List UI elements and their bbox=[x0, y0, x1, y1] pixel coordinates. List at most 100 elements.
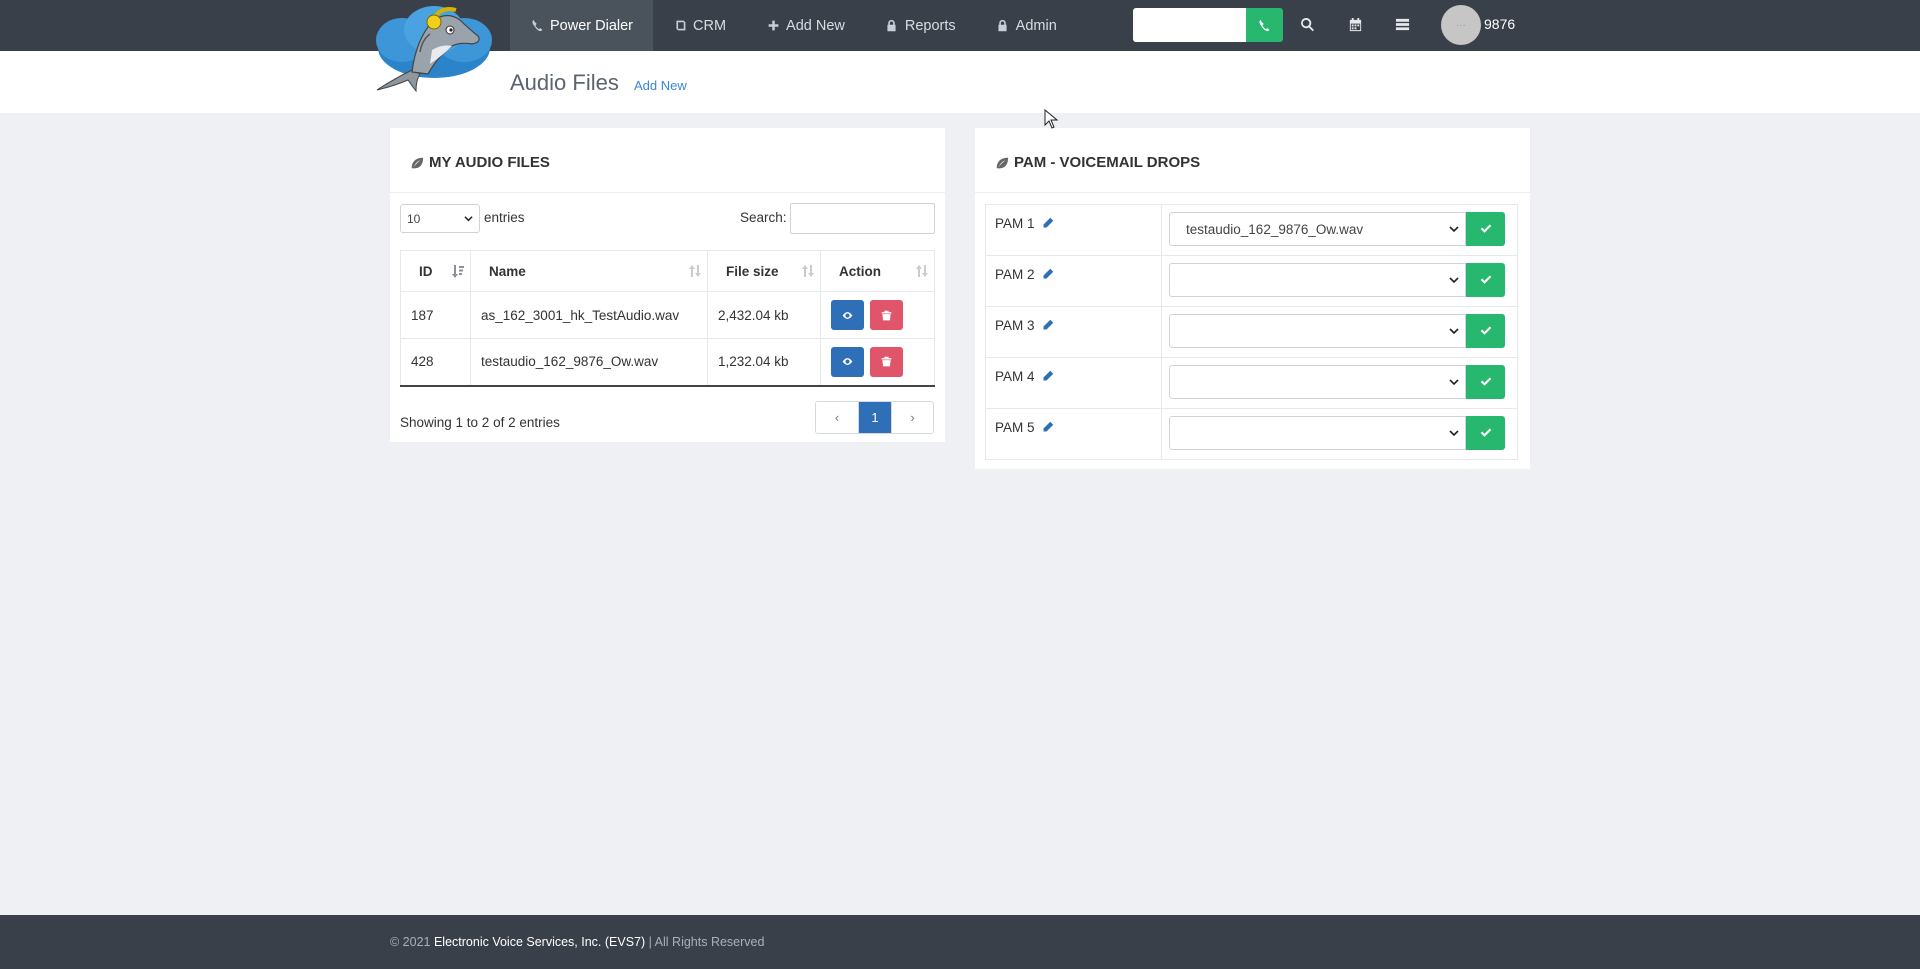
trash-icon bbox=[881, 356, 892, 367]
leaf-icon bbox=[411, 157, 424, 168]
view-button[interactable] bbox=[831, 300, 864, 330]
calendar-icon[interactable] bbox=[1344, 13, 1366, 35]
pam-audio-select[interactable] bbox=[1169, 365, 1466, 399]
dial-number-input[interactable] bbox=[1133, 8, 1246, 42]
chevron-down-icon bbox=[1449, 379, 1459, 386]
sort-asc-icon bbox=[452, 264, 464, 278]
pam-label: PAM 3 bbox=[995, 318, 1035, 333]
nav-crm[interactable]: CRM bbox=[653, 0, 746, 51]
cell-name: testaudio_162_9876_Ow.wav bbox=[470, 338, 708, 387]
pam-audio-select[interactable] bbox=[1169, 314, 1466, 348]
column-header-id[interactable]: ID bbox=[400, 250, 471, 292]
lock-icon bbox=[996, 19, 1010, 33]
nav-power-dialer[interactable]: Power Dialer bbox=[510, 0, 653, 51]
delete-button[interactable] bbox=[870, 300, 903, 330]
pam-label-cell: PAM 1 bbox=[985, 204, 1162, 256]
search-icon[interactable] bbox=[1296, 13, 1318, 35]
phone-icon bbox=[1259, 19, 1270, 31]
pencil-icon[interactable] bbox=[1042, 370, 1054, 382]
column-header-name[interactable]: Name bbox=[470, 250, 708, 292]
pam-row: PAM 4 bbox=[985, 357, 1518, 409]
chevron-down-icon bbox=[1449, 277, 1459, 284]
cell-id: 187 bbox=[400, 291, 471, 339]
copyright-prefix: © 2021 bbox=[390, 935, 434, 949]
phone-icon bbox=[530, 19, 544, 33]
nav-add-new[interactable]: Add New bbox=[746, 0, 865, 51]
pagination-page[interactable]: 1 bbox=[858, 402, 891, 433]
pam-row: PAM 1 testaudio_162_9876_Ow.wav bbox=[985, 204, 1518, 256]
pam-label-cell: PAM 4 bbox=[985, 357, 1162, 409]
pagination-next[interactable]: › bbox=[891, 402, 933, 433]
divider bbox=[975, 192, 1530, 193]
check-icon bbox=[1480, 326, 1491, 335]
pam-selected-value: testaudio_162_9876_Ow.wav bbox=[1186, 221, 1364, 237]
pencil-icon[interactable] bbox=[1042, 421, 1054, 433]
sort-icon bbox=[916, 264, 928, 278]
footer: © 2021 Electronic Voice Services, Inc. (… bbox=[0, 915, 1920, 969]
pam-table: PAM 1 testaudio_162_9876_Ow.wav PAM 2 PA… bbox=[985, 204, 1518, 460]
pam-audio-select[interactable] bbox=[1169, 263, 1466, 297]
table-search-input[interactable] bbox=[790, 203, 935, 234]
cell-actions bbox=[820, 291, 935, 339]
plus-icon bbox=[766, 19, 780, 33]
nav-label: Add New bbox=[786, 17, 845, 34]
list-icon[interactable] bbox=[1391, 13, 1413, 35]
lock-icon bbox=[885, 19, 899, 33]
search-label: Search: bbox=[740, 210, 787, 225]
pam-save-button[interactable] bbox=[1466, 263, 1505, 297]
dial-call-button[interactable] bbox=[1246, 8, 1283, 42]
column-header-file-size[interactable]: File size bbox=[707, 250, 821, 292]
pencil-icon[interactable] bbox=[1042, 268, 1054, 280]
entries-length-select[interactable]: 10 bbox=[400, 204, 480, 233]
pam-control-cell bbox=[1161, 255, 1518, 307]
nav-admin[interactable]: Admin bbox=[976, 0, 1077, 51]
column-header-label: ID bbox=[419, 263, 433, 279]
delete-button[interactable] bbox=[870, 346, 903, 377]
check-icon bbox=[1480, 428, 1491, 437]
user-extension[interactable]: 9876 bbox=[1484, 16, 1515, 32]
chevron-down-icon bbox=[1449, 226, 1459, 233]
pam-save-button[interactable] bbox=[1466, 314, 1505, 348]
pagination: ‹ 1 › bbox=[815, 401, 934, 434]
column-header-action[interactable]: Action bbox=[820, 250, 935, 292]
avatar[interactable]: ··· bbox=[1441, 5, 1481, 45]
eye-icon bbox=[842, 358, 853, 366]
dolphin-logo[interactable] bbox=[372, 0, 498, 92]
pam-audio-select[interactable] bbox=[1169, 416, 1466, 450]
column-header-label: File size bbox=[726, 263, 779, 279]
pam-save-button[interactable] bbox=[1466, 416, 1505, 450]
pam-label: PAM 5 bbox=[995, 420, 1035, 435]
cell-size: 1,232.04 kb bbox=[707, 338, 821, 387]
nav-label: CRM bbox=[693, 17, 727, 34]
pam-label-cell: PAM 5 bbox=[985, 408, 1162, 460]
page-header: Audio Files Add New bbox=[0, 51, 1920, 113]
audio-files-table: ID Name File size Action 187 as_162_3001… bbox=[400, 250, 935, 387]
pagination-prev[interactable]: ‹ bbox=[816, 402, 858, 433]
pam-voicemail-drops-panel: PAM - VOICEMAIL DROPS PAM 1 testaudio_16… bbox=[975, 128, 1530, 469]
pam-label: PAM 2 bbox=[995, 267, 1035, 282]
pam-control-cell bbox=[1161, 357, 1518, 409]
panel-title-text: PAM - VOICEMAIL DROPS bbox=[1014, 154, 1201, 171]
entries-label: entries bbox=[484, 210, 525, 225]
add-new-audio-link[interactable]: Add New bbox=[634, 78, 687, 93]
pam-control-cell bbox=[1161, 408, 1518, 460]
pam-save-button[interactable] bbox=[1466, 212, 1505, 246]
cell-name: as_162_3001_hk_TestAudio.wav bbox=[470, 291, 708, 339]
pam-label: PAM 4 bbox=[995, 369, 1035, 384]
cell-actions bbox=[820, 338, 935, 387]
view-button[interactable] bbox=[831, 346, 864, 377]
column-header-label: Name bbox=[489, 263, 526, 279]
nav-label: Admin bbox=[1015, 17, 1057, 34]
chevron-down-icon bbox=[1449, 430, 1459, 437]
pam-save-button[interactable] bbox=[1466, 365, 1505, 399]
page-title: Audio Files bbox=[510, 70, 619, 95]
nav-reports[interactable]: Reports bbox=[865, 0, 976, 51]
pam-audio-select[interactable]: testaudio_162_9876_Ow.wav bbox=[1169, 212, 1466, 246]
pam-row: PAM 5 bbox=[985, 408, 1518, 460]
pam-row: PAM 2 bbox=[985, 255, 1518, 307]
pam-row: PAM 3 bbox=[985, 306, 1518, 358]
pencil-icon[interactable] bbox=[1042, 319, 1054, 331]
check-icon bbox=[1480, 275, 1491, 284]
pencil-icon[interactable] bbox=[1042, 217, 1054, 229]
table-row: 187 as_162_3001_hk_TestAudio.wav 2,432.0… bbox=[400, 291, 935, 339]
